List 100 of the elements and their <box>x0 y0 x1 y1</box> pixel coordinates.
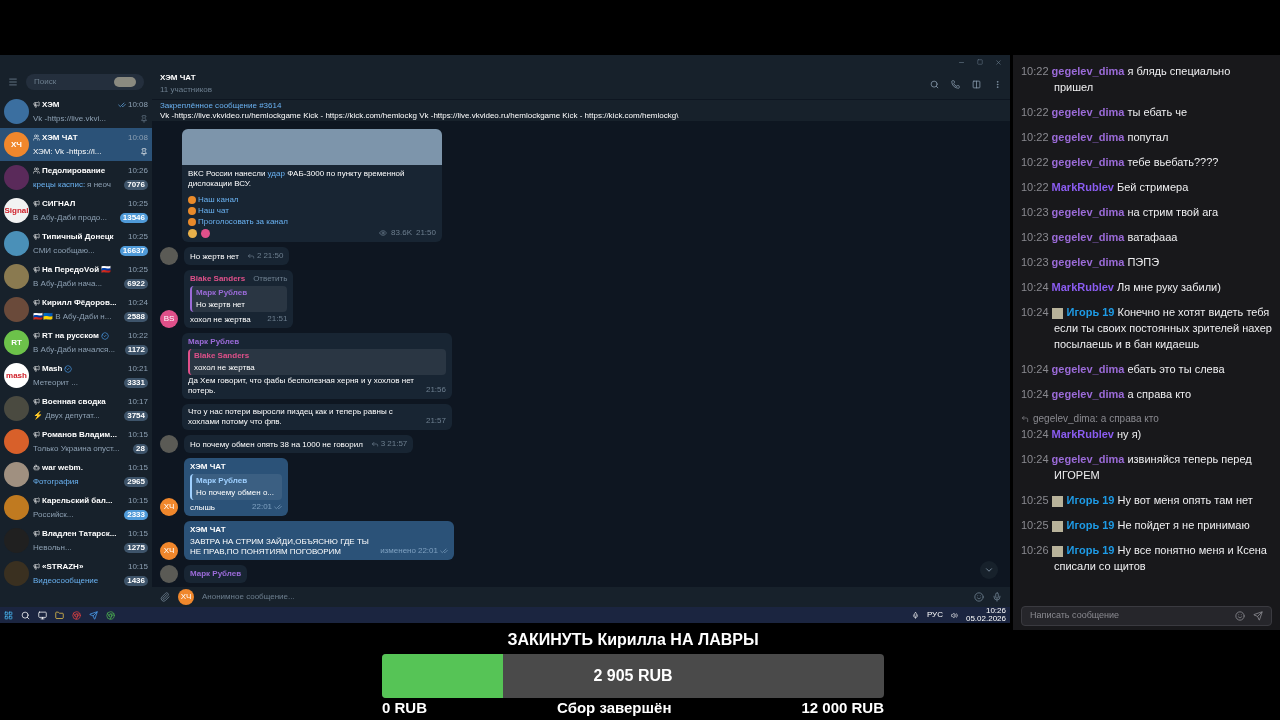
chat-message: 10:24 gegelev_dima ебать это ты слева <box>1021 362 1226 377</box>
chat-preview: В Абу-Даби продо... <box>33 211 107 224</box>
chat-list-item[interactable]: ХЭМ 10:08 Vk -https://live.vkvi... <box>0 95 152 128</box>
unread-count: 3331 <box>124 377 148 388</box>
quote-text: Но почему обмен о... <box>196 487 275 499</box>
message-text: хохол не жертва <box>190 315 251 325</box>
megaphone-icon <box>33 266 40 273</box>
quote-text: хохол не жертва <box>194 362 256 374</box>
chat-preview: В Абу-Даби начался... <box>33 343 116 356</box>
chat-time: 10:24 <box>127 296 148 309</box>
chat-input-field[interactable]: Написать сообщение <box>1021 606 1272 626</box>
chat-message: 10:22 gegelev_dima попутал <box>1021 130 1170 145</box>
pinned-text: Vk -https://live.vkvideo.ru/hemlockgame Kick - https://kick.com/hemlockg Vk -https://live.vkvideo.ru/hemlockgame Kick - https://kick.com/hemlockg\ <box>160 110 680 121</box>
message-text: слышь <box>190 503 215 513</box>
phone-icon[interactable] <box>951 79 960 89</box>
chat-message: 10:24 MarkRublev Ля мне руку забили) <box>1021 280 1222 295</box>
reply-link[interactable]: Ответить <box>253 273 288 285</box>
chat-list-item[interactable]: «STRAZH» 10:15 Видеосообщение 1436 <box>0 557 152 590</box>
chat-list-item[interactable]: Signal СИГНАЛ 10:25 В Абу-Даби продо... 13546 <box>0 194 152 227</box>
user-avatar: ХЧ <box>160 542 178 560</box>
chat-list-item[interactable]: На ПередоVой 🇷🇺 10:25 В Абу-Даби нача... 6922 <box>0 260 152 293</box>
user-avatar <box>160 565 178 583</box>
search-icon[interactable] <box>21 610 30 620</box>
chat-list-item[interactable]: Владлен Татарск... 10:15 Невольн... 1275 <box>0 524 152 557</box>
clock-date: 05.02.2026 <box>965 615 1006 623</box>
message-time: 21:51 <box>267 313 288 325</box>
chat-list-item[interactable]: Педолирование 10:26 крецы каспис: я неоч 7076 <box>0 161 152 194</box>
language-indicator[interactable]: РУС <box>926 609 943 621</box>
chat-list-item[interactable]: Кирилл Фёдоров... 10:24 🇷🇺🇺🇦 В Абу-Даби н... 2588 <box>0 293 152 326</box>
chat-input[interactable]: Написать сообщение <box>1030 609 1227 623</box>
chat-name: На ПередоVой 🇷🇺 <box>42 263 112 276</box>
chat-list-item[interactable]: RT RT на русском 10:22 В Абу-Даби начался... 1172 <box>0 326 152 359</box>
chat-name: Mash <box>42 362 63 375</box>
message-text: ВКС России нанесли удар ФАБ-3000 по пункту временной дислокации ВСУ. <box>188 169 406 189</box>
chat-name: Типичный Донецк <box>42 230 114 243</box>
quoted-message[interactable]: Марк Рублев Но почему обмен о... <box>190 474 283 500</box>
message-time: 21:57 <box>387 438 408 450</box>
message-time: 21:50 <box>415 228 436 238</box>
send-icon[interactable] <box>1253 611 1263 621</box>
goal-title: ЗАКИНУТЬ Кирилла НА ЛАВРЫ <box>507 630 759 650</box>
chat-time: 10:17 <box>127 395 148 408</box>
chat-message: 10:24 MarkRublev ну я) <box>1021 427 1143 442</box>
megaphone-icon <box>33 431 40 438</box>
message-link[interactable]: Наш чат <box>198 206 229 216</box>
search-icon[interactable] <box>930 79 939 89</box>
quote-text: Но жертв нет <box>196 299 246 311</box>
chat-list-item[interactable]: Типичный Донецк 10:25 СМИ сообщаю... 16637 <box>0 227 152 260</box>
message-link[interactable]: удар <box>267 169 285 178</box>
chat-name: Педолирование <box>42 164 106 177</box>
emoji-icon[interactable] <box>974 592 984 602</box>
message-text: ЗАВТРА НА СТРИМ ЗАЙДИ,ОБЪЯСНЮ ГДЕ ТЫ НЕ ПРАВ,ПО ПОНЯТИЯМ ПОГОВОРИМ <box>190 537 370 557</box>
megaphone-icon <box>33 332 40 339</box>
microphone-icon[interactable] <box>911 611 919 619</box>
message-text: Что у нас потери выросли пиздец как и теперь равны с хохлами потому что фпв. <box>188 407 394 427</box>
search-input[interactable]: Поиск <box>34 76 114 88</box>
chat-list-item[interactable]: ХЧ ХЭМ ЧАТ 10:08 ХЭМ: Vk -https://l... <box>0 128 152 161</box>
megaphone-icon <box>33 497 40 504</box>
views-icon <box>379 229 388 237</box>
chat-name: Владлен Татарск... <box>42 527 117 540</box>
message-link[interactable]: Проголосовать за канал <box>198 217 288 227</box>
side-panel-icon[interactable] <box>972 79 981 89</box>
chat-message: 10:24 gegelev_dima а справа кто <box>1021 387 1193 402</box>
chat-message: 10:22 gegelev_dima я блядь специально пришел <box>1021 64 1232 95</box>
message-input[interactable]: Анонимное сообщение... <box>202 591 966 603</box>
chat-name: Карельский бал... <box>42 494 113 507</box>
close-icon[interactable] <box>995 58 1002 66</box>
message-link[interactable]: Наш канал <box>198 195 239 205</box>
chat-name: Военная сводка <box>42 395 106 408</box>
chat-preview: Vk -https://l... <box>54 145 102 158</box>
chat-time: 10:26 <box>127 164 148 177</box>
message-author: Blake Sanders <box>190 273 246 285</box>
chat-time: 10:15 <box>127 527 148 540</box>
chat-preview: Видеосообщение <box>33 574 99 587</box>
pinned-message-bar[interactable]: Закреплённое сообщение #3614 Vk -https://live.vkvideo.ru/hemlockgame Kick - https://kick.com/hemlockg Vk -https://live.vkvideo.ru/hemlockgame Kick - https://kick.com/hemlockg\ <box>152 99 1010 121</box>
user-avatar: ХЧ <box>160 498 178 516</box>
chat-time: 10:15 <box>127 560 148 573</box>
chat-preview: ⚡ Двух депутат... <box>33 409 100 422</box>
browser-icon[interactable] <box>106 610 115 620</box>
emoji-icon[interactable] <box>1235 611 1245 621</box>
chat-list-item[interactable]: Карельский бал... 10:15 Российск... 2333 <box>0 491 152 524</box>
task-view-icon[interactable] <box>38 610 47 620</box>
clock-time: 10:26 <box>985 607 1006 615</box>
search-field[interactable]: Поиск <box>26 74 144 90</box>
megaphone-icon <box>33 530 40 537</box>
chat-list-item[interactable]: Романов Владим... 10:15 Только Украина опуст... 28 <box>0 425 152 458</box>
chat-list-item[interactable]: mash Mash 10:21 Метеорит ... 3331 <box>0 359 152 392</box>
chat-list-item[interactable]: Военная сводка 10:17 ⚡ Двух депутат... 3754 <box>0 392 152 425</box>
start-icon[interactable] <box>4 610 13 620</box>
volume-icon[interactable] <box>950 611 958 619</box>
browser-icon[interactable] <box>72 610 81 620</box>
paper-plane-icon[interactable] <box>89 610 98 620</box>
chat-avatar: RT <box>4 330 29 355</box>
chat-name: ХЭМ <box>42 98 60 111</box>
attach-icon[interactable] <box>160 592 170 602</box>
chat-list-item[interactable]: war webm. 10:15 Фотография 2965 <box>0 458 152 491</box>
more-icon[interactable] <box>993 79 1002 89</box>
folder-icon[interactable] <box>55 610 64 620</box>
story-avatars-icon[interactable] <box>114 77 136 87</box>
quoted-message[interactable]: Blake Sanders хохол не жертва <box>188 349 446 375</box>
unread-count: 6922 <box>124 278 148 289</box>
